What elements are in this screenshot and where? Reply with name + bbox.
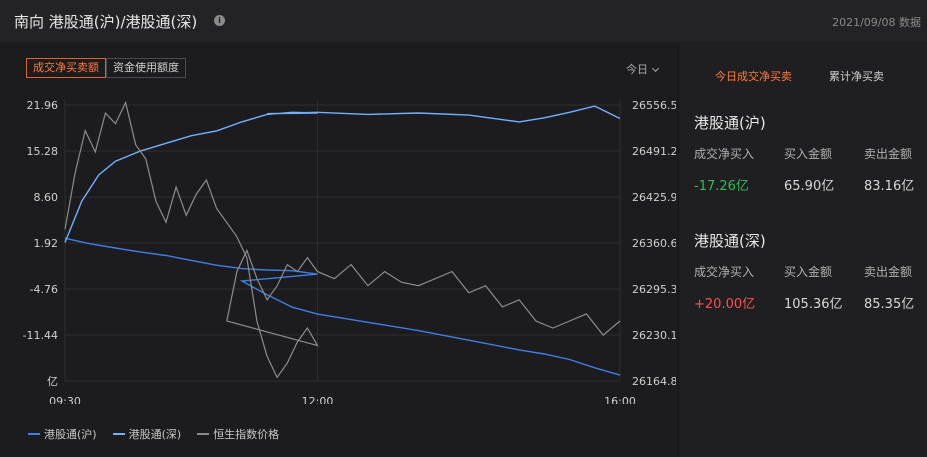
flow-chart: 21.96 15.28 8.60 1.92 -4.76 -11.44 亿 26556.5 264…: [23, 99, 676, 404]
y-left-tick-label: 8.60: [34, 191, 59, 204]
y-left-tick-label: 1.92: [34, 237, 59, 250]
metric-values-sh: -17.26亿 65.90亿 83.16亿: [694, 175, 924, 194]
x-tick-label: 16:00: [604, 395, 636, 404]
chart-grid: [64, 99, 621, 382]
summary-panel: 今日成交净买卖 累计净买卖 港股通(沪) 成交净买入 买入金额 卖出金额 -17…: [678, 44, 927, 457]
series-line-2: [64, 100, 621, 379]
page-title: 南向 港股通(沪)/港股通(深): [14, 13, 198, 31]
series-line-0: [64, 237, 621, 376]
y-right-tick-label: 26164.8: [632, 375, 676, 388]
label-net-buy-sz: 成交净买入: [694, 265, 755, 279]
legend-label-hsi: 恒生指数价格: [213, 428, 280, 441]
series-line-1: [64, 105, 621, 243]
y-right-tick-label: 26230.1: [632, 329, 676, 342]
legend-label-sz: 港股通(深): [128, 428, 182, 441]
y-right-tick-label: 26425.9: [632, 191, 676, 204]
header-bar: 南向 港股通(沪)/港股通(深) i 2021/09/08 数据: [0, 0, 927, 42]
section-title-sz: 港股通(深): [694, 232, 766, 250]
x-tick-label: 12:00: [302, 395, 334, 404]
section-sz: 港股通(深) 成交净买入 买入金额 卖出金额 +20.00亿 105.36亿 8…: [694, 230, 924, 312]
label-buy-amount-sz: 买入金额: [784, 265, 833, 279]
chart-series: [64, 100, 621, 379]
chart-panel: 成交净买卖额 资金使用额度 今日 21.96 15.28 8.60 1.92 -4.76…: [12, 44, 676, 457]
tab-today-net[interactable]: 今日成交净买卖: [715, 68, 792, 84]
legend-swatch-sh: [28, 433, 40, 435]
label-buy-amount-sh: 买入金额: [784, 147, 833, 161]
data-date: 2021/09/08 数据: [832, 16, 921, 29]
value-buy-amount-sz: 105.36亿: [784, 297, 843, 312]
y-left-tick-label: -4.76: [30, 283, 58, 296]
label-net-buy-sh: 成交净买入: [694, 147, 755, 161]
tab-cumulative-net[interactable]: 累计净买卖: [829, 68, 884, 84]
label-sell-amount-sh: 卖出金额: [864, 147, 913, 161]
legend-label-sh: 港股通(沪): [44, 428, 97, 441]
y-left-tick-label: 21.96: [27, 99, 59, 112]
y-left-unit-label: 亿: [47, 375, 58, 388]
value-net-buy-sh: -17.26亿: [694, 179, 749, 194]
value-buy-amount-sh: 65.90亿: [784, 179, 835, 194]
chart-legend: 港股通(沪) 港股通(深) 恒生指数价格: [28, 426, 295, 442]
section-title-sh: 港股通(沪): [694, 114, 766, 132]
legend-swatch-sz: [112, 433, 125, 435]
metric-labels-sz: 成交净买入 买入金额 卖出金额: [694, 263, 924, 281]
legend-item-sh[interactable]: 港股通(沪): [28, 426, 97, 442]
value-sell-amount-sh: 83.16亿: [864, 179, 915, 194]
y-right-tick-label: 26295.3: [632, 283, 676, 296]
legend-item-hsi[interactable]: 恒生指数价格: [197, 426, 279, 442]
x-tick-label: 09:30: [49, 395, 81, 404]
section-sh: 港股通(沪) 成交净买入 买入金额 卖出金额 -17.26亿 65.90亿 83…: [694, 112, 924, 194]
value-net-buy-sz: +20.00亿: [694, 297, 756, 312]
y-right-tick-label: 26491.2: [632, 145, 676, 158]
y-left-tick-label: -11.44: [23, 329, 58, 342]
metric-labels-sh: 成交净买入 买入金额 卖出金额: [694, 145, 924, 163]
metric-values-sz: +20.00亿 105.36亿 85.35亿: [694, 293, 924, 312]
y-right-tick-label: 26556.5: [632, 99, 676, 112]
chart-axes: 21.96 15.28 8.60 1.92 -4.76 -11.44 亿 26556.5 264…: [23, 99, 676, 404]
legend-swatch-hsi: [197, 433, 210, 435]
info-icon[interactable]: i: [214, 15, 225, 26]
legend-item-sz[interactable]: 港股通(深): [112, 426, 182, 442]
y-left-tick-label: 15.28: [27, 145, 59, 158]
label-sell-amount-sz: 卖出金额: [864, 265, 913, 279]
value-sell-amount-sz: 85.35亿: [864, 297, 915, 312]
y-right-tick-label: 26360.6: [632, 237, 676, 250]
